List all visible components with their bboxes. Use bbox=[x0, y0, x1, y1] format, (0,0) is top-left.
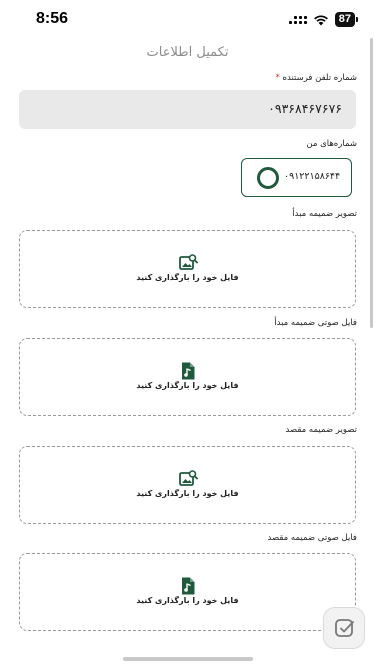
audio-file-icon bbox=[181, 362, 194, 380]
radio-button[interactable] bbox=[257, 167, 279, 189]
wifi-icon bbox=[313, 14, 328, 25]
page-title: تکمیل اطلاعات bbox=[146, 45, 229, 60]
status-time: 8:56 bbox=[36, 10, 69, 27]
submit-fab-button[interactable] bbox=[323, 607, 365, 649]
status-bar: 8:56 87 bbox=[0, 0, 375, 40]
sender-phone-label-text: شماره تلفن فرستنده bbox=[282, 73, 357, 83]
my-number-option[interactable]: ۰۹۱۲۲۱۵۸۶۴۴ bbox=[241, 158, 352, 197]
my-number-value: ۰۹۱۲۲۱۵۸۶۴۴ bbox=[284, 171, 341, 182]
required-mark: * bbox=[275, 73, 280, 83]
battery-indicator: 87 bbox=[334, 12, 359, 27]
upload-text: فایل خود را بارگذاری کنید bbox=[136, 381, 239, 390]
upload-label-origin-image: تصویر ضمیمه مبدأ bbox=[292, 209, 357, 219]
upload-box-destination-audio[interactable]: فایل خود را بارگذاری کنید bbox=[19, 553, 356, 631]
sender-phone-value: ۰۹۳۶۸۴۶۷۶۷۶ bbox=[268, 101, 342, 116]
home-indicator bbox=[122, 657, 253, 661]
audio-file-icon bbox=[181, 577, 194, 595]
image-upload-icon bbox=[178, 470, 198, 486]
upload-box-origin-audio[interactable]: فایل خود را بارگذاری کنید bbox=[19, 338, 356, 416]
check-icon bbox=[335, 619, 354, 637]
sender-phone-field[interactable]: ۰۹۳۶۸۴۶۷۶۷۶ bbox=[19, 90, 356, 129]
upload-text: فایل خود را بارگذاری کنید bbox=[136, 273, 239, 282]
upload-box-destination-image[interactable]: فایل خود را بارگذاری کنید bbox=[19, 446, 356, 524]
upload-label-destination-image: تصویر ضمیمه مقصد bbox=[285, 425, 357, 435]
upload-text: فایل خود را بارگذاری کنید bbox=[136, 489, 239, 498]
upload-text: فایل خود را بارگذاری کنید bbox=[136, 596, 239, 605]
scroll-indicator[interactable] bbox=[370, 38, 373, 328]
sender-phone-label: شماره تلفن فرستنده * bbox=[276, 73, 357, 83]
upload-label-destination-audio: فایل صوتی ضمیمه مقصد bbox=[267, 533, 357, 543]
status-indicators: 87 bbox=[288, 12, 359, 27]
upload-label-origin-audio: فایل صوتی ضمیمه مبدأ bbox=[274, 318, 357, 328]
image-upload-icon bbox=[178, 254, 198, 270]
my-numbers-label: شماره‌های من bbox=[306, 139, 357, 149]
upload-box-origin-image[interactable]: فایل خود را بارگذاری کنید bbox=[19, 230, 356, 308]
signal-icon bbox=[288, 15, 307, 24]
